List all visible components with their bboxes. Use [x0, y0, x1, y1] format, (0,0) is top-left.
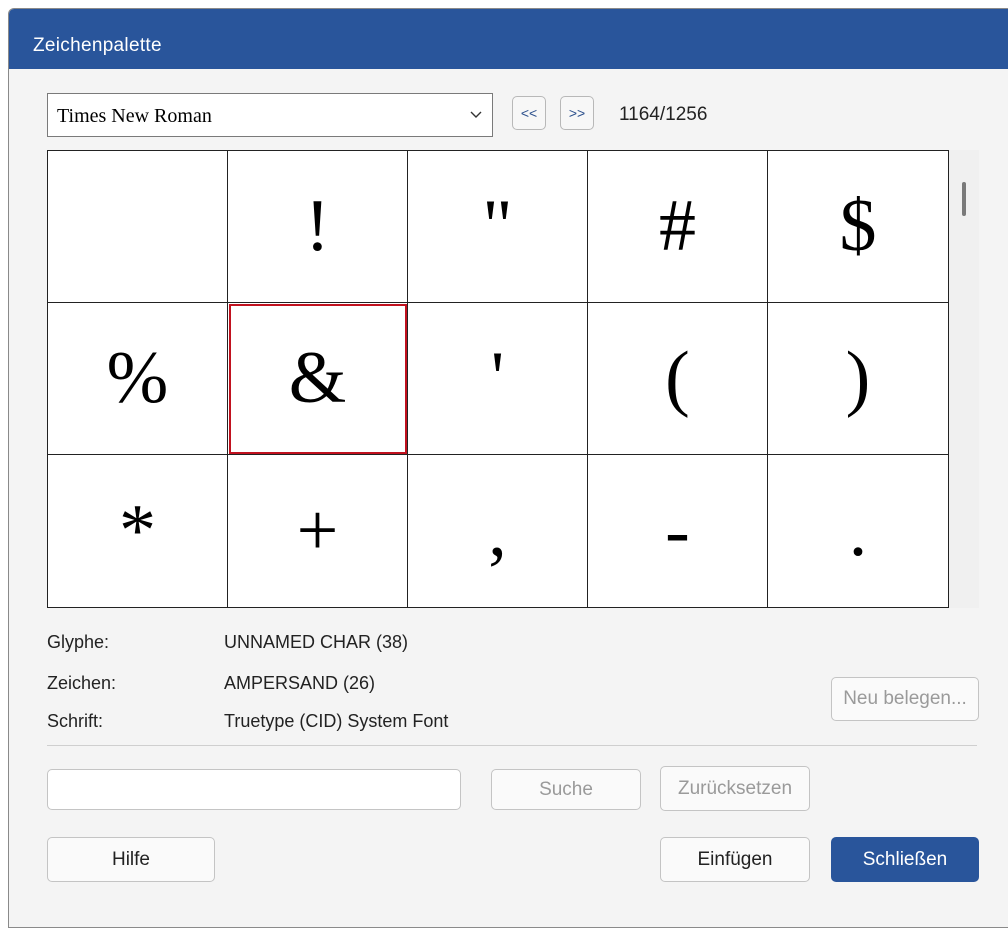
glyph-cell[interactable]: # — [588, 151, 768, 303]
insert-button[interactable]: Einfügen — [660, 837, 810, 882]
glyph-cell[interactable]: , — [408, 455, 588, 607]
glyph-cell[interactable]: ( — [588, 303, 768, 455]
char-value: AMPERSAND (26) — [224, 673, 376, 693]
glyph-cell[interactable]: " — [408, 151, 588, 303]
previous-font-button[interactable]: << — [512, 96, 546, 130]
glyph-cell[interactable]: ) — [768, 303, 948, 455]
window-title: Zeichenpalette — [33, 35, 162, 56]
reassign-button[interactable]: Neu belegen... — [831, 677, 979, 721]
glyph-cell[interactable] — [48, 151, 228, 303]
glyph-cell[interactable]: + — [228, 455, 408, 607]
help-button[interactable]: Hilfe — [47, 837, 215, 882]
chevron-down-icon — [470, 111, 482, 118]
glyph-cell[interactable]: * — [48, 455, 228, 607]
font-label: Schrift: — [47, 711, 104, 731]
reset-button[interactable]: Zurücksetzen — [660, 766, 810, 811]
glyph-cell[interactable]: % — [48, 303, 228, 455]
glyph-cell[interactable]: - — [588, 455, 768, 607]
glyph-label: Glyphe: — [47, 632, 110, 652]
font-position-counter: 1164/1256 — [619, 104, 708, 125]
glyph-cell[interactable]: . — [768, 455, 948, 607]
next-font-button[interactable]: >> — [560, 96, 594, 130]
glyph-cell[interactable]: $ — [768, 151, 948, 303]
character-palette-dialog: Zeichenpalette Times New Roman << >> 116… — [8, 8, 1008, 928]
glyph-value: UNNAMED CHAR (38) — [224, 632, 409, 652]
glyph-cell[interactable]: ' — [408, 303, 588, 455]
glyph-cell-selected[interactable]: & — [228, 303, 408, 455]
search-button[interactable]: Suche — [491, 769, 641, 810]
grid-scrollbar[interactable] — [949, 150, 979, 608]
font-dropdown[interactable]: Times New Roman — [47, 93, 493, 137]
scrollbar-thumb[interactable] — [962, 182, 966, 216]
font-value: Truetype (CID) System Font — [224, 711, 449, 731]
char-label: Zeichen: — [47, 673, 117, 693]
glyph-cell[interactable]: ! — [228, 151, 408, 303]
glyph-grid: ! " # $ % & ' ( ) * + , - . — [47, 150, 949, 608]
close-button[interactable]: Schließen — [831, 837, 979, 882]
divider — [47, 745, 977, 746]
font-dropdown-value: Times New Roman — [57, 105, 212, 127]
title-bar[interactable]: Zeichenpalette — [9, 9, 1008, 69]
search-input[interactable] — [47, 769, 461, 810]
